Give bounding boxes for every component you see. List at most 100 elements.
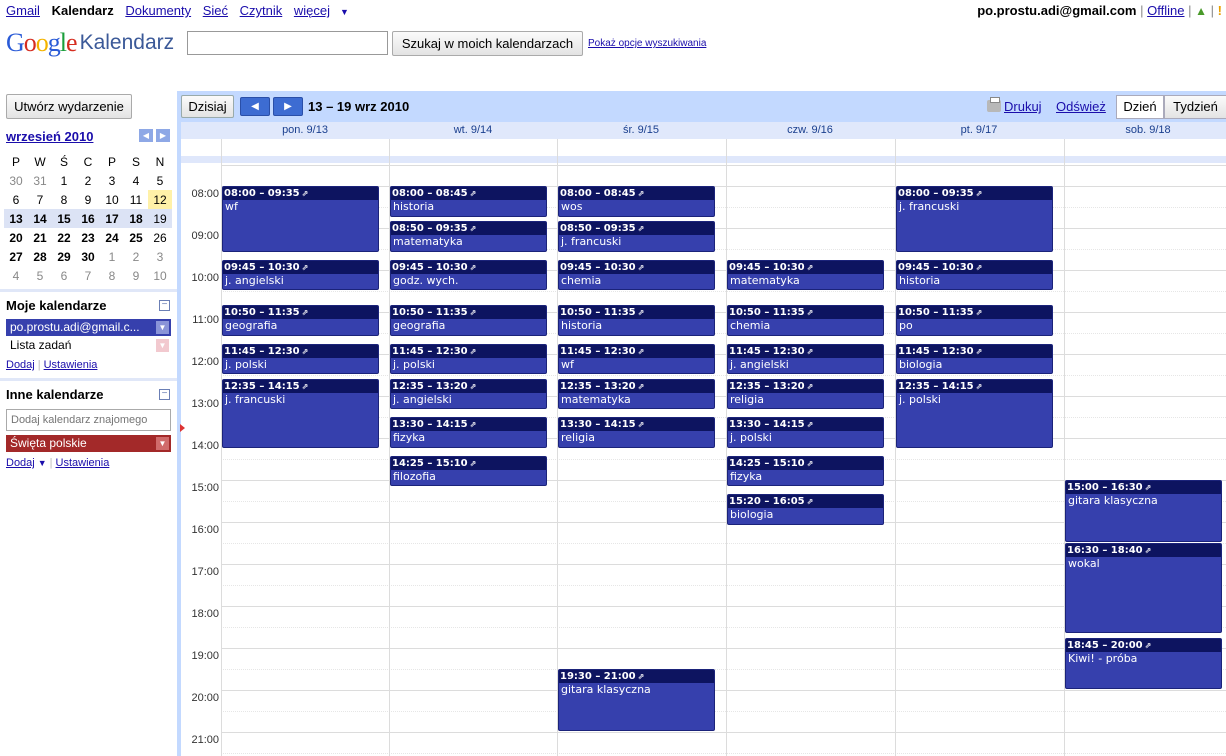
add-calendar-link[interactable]: Dodaj — [6, 457, 35, 469]
mini-day[interactable]: 15 — [52, 209, 76, 228]
search-options-link[interactable]: Pokaż opcje wyszukiwania — [588, 38, 706, 49]
mini-day[interactable]: 7 — [76, 266, 100, 285]
mini-day[interactable]: 6 — [52, 266, 76, 285]
mini-day[interactable]: 1 — [100, 247, 124, 266]
calendar-event[interactable]: 11:45 – 12:30 ⇗ j. polski — [390, 343, 547, 374]
calendar-event[interactable]: 09:45 – 10:30 ⇗ chemia — [558, 259, 715, 290]
mini-day[interactable]: 8 — [52, 190, 76, 209]
calendar-event[interactable]: 12:35 – 13:20 ⇗ religia — [727, 378, 884, 409]
day-column-header[interactable]: sob. 9/18 — [1064, 124, 1226, 136]
calendar-event[interactable]: 10:50 – 11:35 ⇗ historia — [558, 305, 715, 336]
calendar-event[interactable]: 08:00 – 09:35 ⇗ j. francuski — [896, 186, 1053, 252]
link-web[interactable]: Sieć — [203, 3, 228, 18]
my-calendars-title[interactable]: Moje kalendarze — [6, 298, 106, 313]
add-friend-calendar-input[interactable] — [6, 409, 171, 431]
add-calendar-link[interactable]: Dodaj — [6, 359, 35, 371]
mini-day[interactable]: 25 — [124, 228, 148, 247]
mini-day[interactable]: 30 — [76, 247, 100, 266]
calendar-event[interactable]: 08:00 – 09:35 ⇗ wf — [222, 186, 379, 252]
calendar-event[interactable]: 11:45 – 12:30 ⇗ wf — [558, 343, 715, 374]
mini-day[interactable]: 20 — [4, 228, 28, 247]
mini-day[interactable]: 26 — [148, 228, 172, 247]
mini-day[interactable]: 29 — [52, 247, 76, 266]
calendar-event[interactable]: 12:35 – 14:15 ⇗ j. francuski — [222, 378, 379, 448]
mini-day[interactable]: 9 — [76, 190, 100, 209]
search-button[interactable]: Szukaj w moich kalendarzach — [392, 31, 583, 56]
calendar-event[interactable]: 10:50 – 11:35 ⇗ geografia — [390, 305, 547, 336]
mini-day[interactable]: 30 — [4, 171, 28, 190]
prev-week-icon[interactable]: ◀ — [240, 97, 270, 116]
calendar-event[interactable]: 12:35 – 14:15 ⇗ j. polski — [896, 378, 1053, 448]
mini-day[interactable]: 6 — [4, 190, 28, 209]
mini-day[interactable]: 10 — [148, 266, 172, 285]
search-input[interactable] — [187, 31, 388, 55]
calendar-event[interactable]: 10:50 – 11:35 ⇗ chemia — [727, 305, 884, 336]
mini-day[interactable]: 2 — [124, 247, 148, 266]
calendar-event[interactable]: 10:50 – 11:35 ⇗ geografia — [222, 305, 379, 336]
all-day-row[interactable] — [221, 139, 1226, 156]
next-week-icon[interactable]: ▶ — [273, 97, 303, 116]
link-more[interactable]: więcej — [294, 3, 330, 18]
calendar-event[interactable]: 14:25 – 15:10 ⇗ fizyka — [727, 455, 884, 486]
other-calendars-title[interactable]: Inne kalendarze — [6, 387, 104, 402]
calendar-event[interactable]: 13:30 – 14:15 ⇗ j. polski — [727, 417, 884, 448]
calendar-item-primary[interactable]: po.prostu.adi@gmail.c... ▼ — [6, 319, 171, 336]
chevron-down-icon[interactable]: ▼ — [156, 339, 169, 352]
calendar-settings-link[interactable]: Ustawienia — [56, 457, 110, 469]
mini-day[interactable]: 27 — [4, 247, 28, 266]
more-menu[interactable]: więcej ▼ — [294, 3, 357, 18]
collapse-icon[interactable]: − — [159, 300, 170, 311]
mini-day[interactable]: 3 — [100, 171, 124, 190]
refresh-link[interactable]: Odśwież — [1056, 99, 1106, 114]
mini-day[interactable]: 18 — [124, 209, 148, 228]
calendar-event[interactable]: 12:35 – 13:20 ⇗ j. angielski — [390, 378, 547, 409]
mini-day[interactable]: 8 — [100, 266, 124, 285]
day-column-header[interactable]: śr. 9/15 — [557, 124, 725, 136]
mini-day[interactable]: 14 — [28, 209, 52, 228]
calendar-event[interactable]: 08:50 – 09:35 ⇗ matematyka — [390, 221, 547, 252]
mini-day[interactable]: 21 — [28, 228, 52, 247]
mini-day[interactable]: 23 — [76, 228, 100, 247]
tab-day[interactable]: Dzień — [1116, 95, 1164, 119]
day-column-header[interactable]: pt. 9/17 — [895, 124, 1063, 136]
chevron-down-icon[interactable]: ▼ — [156, 437, 169, 450]
mini-day[interactable]: 9 — [124, 266, 148, 285]
mini-day[interactable]: 28 — [28, 247, 52, 266]
mini-day[interactable]: 22 — [52, 228, 76, 247]
calendar-event[interactable]: 11:45 – 12:30 ⇗ j. polski — [222, 343, 379, 374]
offline-link[interactable]: Offline — [1147, 3, 1184, 18]
calendar-event[interactable]: 18:45 – 20:00 ⇗ Kiwi! - próba — [1065, 637, 1222, 689]
print-link[interactable]: Drukuj — [987, 97, 1042, 114]
calendar-event[interactable]: 13:30 – 14:15 ⇗ religia — [558, 417, 715, 448]
calendar-event[interactable]: 09:45 – 10:30 ⇗ historia — [896, 259, 1053, 290]
create-event-button[interactable]: Utwórz wydarzenie — [6, 94, 132, 119]
mini-day[interactable]: 5 — [148, 171, 172, 190]
mini-next-month-icon[interactable]: ▶ — [156, 129, 170, 142]
day-column-header[interactable]: czw. 9/16 — [726, 124, 894, 136]
google-calendar-logo[interactable]: Google Kalendarz — [6, 28, 174, 60]
link-docs[interactable]: Dokumenty — [125, 3, 191, 18]
calendar-event[interactable]: 08:00 – 08:45 ⇗ wos — [558, 186, 715, 217]
mini-day[interactable]: 3 — [148, 247, 172, 266]
calendar-event[interactable]: 09:45 – 10:30 ⇗ matematyka — [727, 259, 884, 290]
tab-week[interactable]: Tydzień — [1164, 95, 1226, 119]
offline-status-icon[interactable]: ▲ — [1195, 4, 1207, 18]
mini-calendar-month[interactable]: wrzesień 2010 — [6, 129, 93, 144]
calendar-item-holidays[interactable]: Święta polskie ▼ — [6, 435, 171, 452]
day-column-header[interactable]: pon. 9/13 — [221, 124, 389, 136]
link-reader[interactable]: Czytnik — [240, 3, 283, 18]
mini-day[interactable]: 16 — [76, 209, 100, 228]
calendar-event[interactable]: 15:00 – 16:30 ⇗ gitara klasyczna — [1065, 480, 1222, 542]
mini-day[interactable]: 13 — [4, 209, 28, 228]
calendar-event[interactable]: 11:45 – 12:30 ⇗ biologia — [896, 343, 1053, 374]
mini-day[interactable]: 7 — [28, 190, 52, 209]
collapse-icon[interactable]: − — [159, 389, 170, 400]
mini-day[interactable]: 17 — [100, 209, 124, 228]
mini-day[interactable]: 4 — [124, 171, 148, 190]
calendar-settings-link[interactable]: Ustawienia — [44, 359, 98, 371]
chevron-down-icon[interactable]: ▼ — [156, 321, 169, 334]
chevron-down-icon[interactable]: ▼ — [38, 458, 47, 468]
calendar-event[interactable]: 13:30 – 14:15 ⇗ fizyka — [390, 417, 547, 448]
calendar-event[interactable]: 11:45 – 12:30 ⇗ j. angielski — [727, 343, 884, 374]
mini-prev-month-icon[interactable]: ◀ — [139, 129, 153, 142]
